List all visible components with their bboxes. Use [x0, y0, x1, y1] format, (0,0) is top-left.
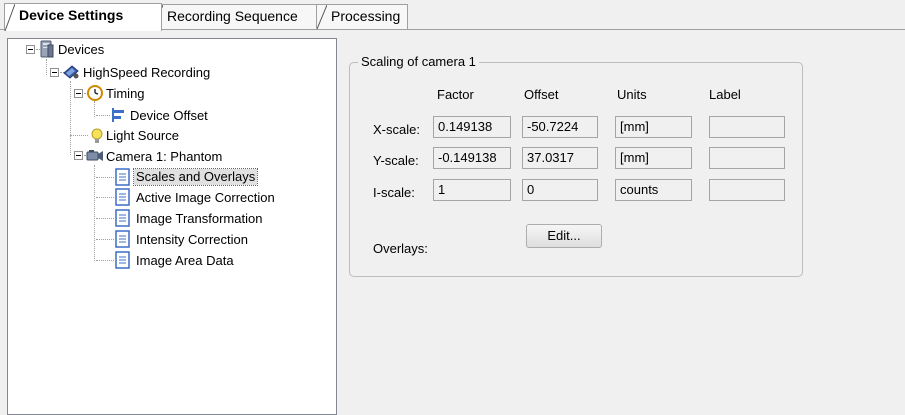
x-scale-factor-field[interactable]: 0.149138 [433, 116, 511, 138]
y-scale-units-field[interactable]: [mm] [615, 147, 692, 169]
tree-item-scales-and-overlays[interactable]: Scales and Overlays [132, 168, 259, 186]
i-scale-label: I-scale: [373, 185, 415, 200]
tab-processing[interactable]: Processing [316, 4, 408, 29]
header-factor: Factor [437, 87, 474, 102]
tab-edge [317, 5, 327, 29]
scaling-group-title: Scaling of camera 1 [358, 54, 479, 70]
clock-icon [87, 85, 103, 101]
x-scale-label-field[interactable] [709, 116, 785, 138]
tree-item-highspeed-recording[interactable]: HighSpeed Recording [83, 65, 210, 81]
document-icon [115, 251, 130, 269]
collapse-camera-toggle[interactable] [74, 151, 83, 160]
tree-item-light-source[interactable]: Light Source [106, 128, 179, 144]
tree-item-intensity-correction[interactable]: Intensity Correction [136, 232, 248, 248]
tree-line [96, 115, 110, 116]
x-scale-units-field[interactable]: [mm] [615, 116, 692, 138]
edit-overlays-button[interactable]: Edit... [526, 224, 602, 248]
document-icon [115, 209, 130, 227]
collapse-recording-toggle[interactable] [50, 68, 59, 77]
device-tree[interactable]: Devices HighSpeed Recording Timing Devic… [7, 38, 337, 415]
tree-line [70, 81, 71, 155]
offset-icon [112, 108, 124, 122]
tree-item-device-offset[interactable]: Device Offset [130, 108, 208, 124]
tree-item-camera[interactable]: Camera 1: Phantom [106, 149, 222, 165]
document-icon [115, 188, 130, 206]
i-scale-label-field[interactable] [709, 179, 785, 201]
tree-line [96, 177, 114, 178]
tree-line [94, 165, 95, 261]
x-scale-label: X-scale: [373, 122, 420, 137]
tree-line [70, 135, 88, 136]
tab-label: Device Settings [19, 7, 124, 23]
camera-icon [86, 150, 103, 161]
collapse-devices-toggle[interactable] [26, 45, 35, 54]
header-units: Units [617, 87, 647, 102]
tree-line [96, 260, 114, 261]
devices-icon [40, 40, 54, 58]
y-scale-factor-field[interactable]: -0.149138 [433, 147, 511, 169]
tree-line [46, 59, 47, 75]
tree-line [96, 197, 114, 198]
tree-item-active-image-correction[interactable]: Active Image Correction [136, 190, 275, 206]
tree-item-timing[interactable]: Timing [106, 86, 145, 102]
i-scale-units-field[interactable]: counts [615, 179, 692, 201]
x-scale-offset-field[interactable]: -50.7224 [522, 116, 598, 138]
lightbulb-icon [91, 128, 103, 143]
tab-recording-sequence[interactable]: Recording Sequence [152, 4, 322, 29]
tree-item-devices[interactable]: Devices [58, 42, 104, 58]
y-scale-label: Y-scale: [373, 153, 419, 168]
i-scale-factor-field[interactable]: 1 [433, 179, 511, 201]
y-scale-offset-field[interactable]: 37.0317 [522, 147, 598, 169]
tab-device-settings[interactable]: Device Settings [4, 3, 162, 31]
tab-strip: Device Settings Recording Sequence Proce… [0, 0, 905, 31]
tab-label: Recording Sequence [167, 8, 298, 24]
i-scale-offset-field[interactable]: 0 [522, 179, 598, 201]
document-icon [115, 230, 130, 248]
recording-icon [63, 65, 79, 79]
document-icon [115, 168, 130, 186]
collapse-timing-toggle[interactable] [74, 89, 83, 98]
header-offset: Offset [524, 87, 559, 102]
tab-label: Processing [331, 8, 401, 24]
tree-line [96, 218, 114, 219]
tree-item-image-area-data[interactable]: Image Area Data [136, 253, 234, 269]
y-scale-label-field[interactable] [709, 147, 785, 169]
tree-item-image-transformation[interactable]: Image Transformation [136, 211, 262, 227]
tab-edge [5, 4, 15, 31]
header-label: Label [709, 87, 741, 102]
tree-line [94, 101, 95, 117]
tree-line [96, 239, 114, 240]
overlays-label: Overlays: [373, 241, 428, 256]
